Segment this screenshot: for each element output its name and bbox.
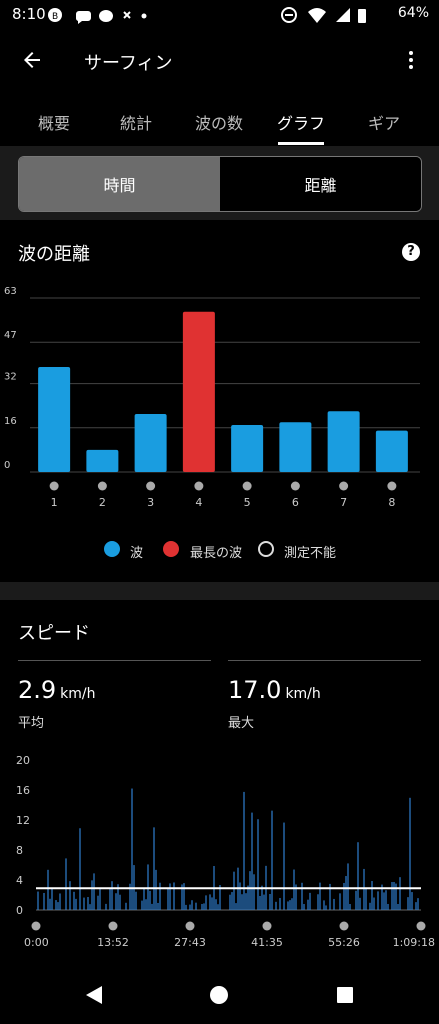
x-tick-label: 3 — [147, 496, 154, 509]
legend-wave-dot — [104, 541, 120, 557]
x-tick-label: 6 — [292, 496, 299, 509]
wave-distance-chart: 0 16 32 47 63 1 2 3 4 5 6 7 8 — [4, 286, 420, 509]
x-tick-label: 1 — [51, 496, 58, 509]
tab-gear[interactable]: ギア — [368, 110, 400, 134]
bar — [134, 414, 167, 472]
segmented-control: 時間 距離 — [18, 156, 422, 212]
segment-section: 時間 距離 — [0, 146, 439, 220]
more-vert-icon[interactable] — [399, 48, 423, 72]
y-tick-label: 16 — [4, 416, 17, 427]
tab-stats[interactable]: 統計 — [120, 110, 152, 134]
x-tick-label: 13:52 — [97, 936, 129, 949]
wave-marker-dot — [97, 481, 107, 491]
wave-distance-title: 波の距離 — [18, 244, 90, 265]
wave-marker-dot — [146, 481, 156, 491]
x-tick-label: 41:35 — [251, 936, 283, 949]
avg-speed-value: 2.9 — [18, 676, 57, 704]
segment-distance[interactable]: 距離 — [220, 157, 421, 211]
legend-longest-label: 最長の波 — [190, 546, 243, 561]
time-marker-dot — [185, 921, 195, 931]
active-tab-indicator — [278, 142, 324, 145]
legend-longest-dot — [163, 541, 179, 557]
tab-wave-count[interactable]: 波の数 — [195, 110, 243, 134]
max-speed-unit: km/h — [285, 686, 321, 702]
segment-time[interactable]: 時間 — [19, 157, 220, 211]
y-tick-label: 16 — [16, 784, 30, 797]
app-bar: サーフィン — [0, 30, 439, 90]
time-marker-dot — [339, 921, 349, 931]
x-tick-label: 0:00 — [24, 936, 49, 949]
y-tick-label: 12 — [16, 814, 30, 827]
segment-time-label: 時間 — [103, 176, 136, 195]
max-speed-label: 最大 — [228, 716, 255, 731]
time-marker-dot — [262, 921, 272, 931]
wave-marker-dot — [387, 481, 397, 491]
y-tick-label: 4 — [16, 874, 23, 887]
y-tick-label: 0 — [4, 460, 10, 471]
avg-speed-unit: km/h — [60, 686, 96, 702]
x-tick-label: 2 — [99, 496, 106, 509]
bar — [38, 367, 71, 472]
status-bar: 8:10 B 64% — [0, 0, 439, 30]
bar — [375, 430, 408, 472]
bar — [182, 311, 215, 472]
wave-marker-dot — [242, 481, 252, 491]
y-tick-label: 0 — [16, 904, 23, 917]
max-speed-value: 17.0 — [228, 676, 282, 704]
tab-bar: 概要 統計 波の数 グラフ ギア — [0, 90, 439, 146]
legend-wave-label: 波 — [130, 546, 144, 561]
x-tick-label: 1:09:18 — [393, 936, 435, 949]
nav-home-icon[interactable] — [209, 985, 229, 1005]
time-marker-dot — [31, 921, 41, 931]
segment-distance-label: 距離 — [304, 176, 337, 195]
arrow-back-icon[interactable] — [20, 48, 44, 72]
speed-title: スピード — [18, 623, 90, 644]
svg-text:B: B — [52, 12, 58, 22]
page-title: サーフィン — [84, 53, 173, 74]
x-tick-label: 7 — [340, 496, 347, 509]
avg-speed-label: 平均 — [18, 716, 45, 731]
battery-text: 64% — [397, 5, 429, 21]
avg-divider — [18, 660, 211, 661]
system-icons — [281, 7, 366, 23]
legend-unmeasurable-label: 測定不能 — [284, 546, 337, 561]
y-tick-label: 47 — [4, 330, 17, 341]
x-tick-label: 5 — [244, 496, 251, 509]
speed-chart: 0 4 8 12 16 20 0:00 13:52 27:43 41:35 55:26 1:09:18 — [16, 754, 435, 949]
bar — [231, 425, 264, 472]
chart-legend: 波 最長の波 測定不能 — [0, 536, 439, 564]
max-speed: 17.0 km/h — [228, 676, 321, 704]
tab-graph[interactable]: グラフ — [277, 110, 325, 134]
help-icon[interactable]: ? — [402, 243, 420, 261]
max-divider — [228, 660, 421, 661]
legend-unmeasurable-dot — [258, 541, 274, 557]
x-tick-label: 55:26 — [328, 936, 360, 949]
x-tick-label: 4 — [195, 496, 202, 509]
wave-marker-dot — [290, 481, 300, 491]
time-marker-dot — [108, 921, 118, 931]
status-time: 8:10 — [12, 5, 46, 23]
wave-marker-dot — [49, 481, 59, 491]
y-tick-label: 8 — [16, 844, 23, 857]
x-tick-label: 8 — [388, 496, 395, 509]
notification-icons: B — [48, 8, 147, 24]
bar — [86, 449, 119, 472]
nav-bar — [0, 968, 439, 1024]
x-tick-label: 27:43 — [174, 936, 206, 949]
y-tick-label: 63 — [4, 286, 17, 297]
bar — [327, 411, 360, 472]
avg-speed: 2.9 km/h — [18, 676, 96, 704]
y-tick-label: 32 — [4, 372, 17, 383]
nav-back-icon[interactable] — [84, 984, 104, 1006]
wave-marker-dot — [339, 481, 349, 491]
bar — [279, 422, 312, 472]
time-marker-dot — [416, 921, 426, 931]
nav-recents-icon[interactable] — [337, 987, 353, 1003]
wave-marker-dot — [194, 481, 204, 491]
section-divider — [0, 582, 439, 600]
tab-overview[interactable]: 概要 — [38, 110, 70, 134]
y-tick-label: 20 — [16, 754, 30, 767]
